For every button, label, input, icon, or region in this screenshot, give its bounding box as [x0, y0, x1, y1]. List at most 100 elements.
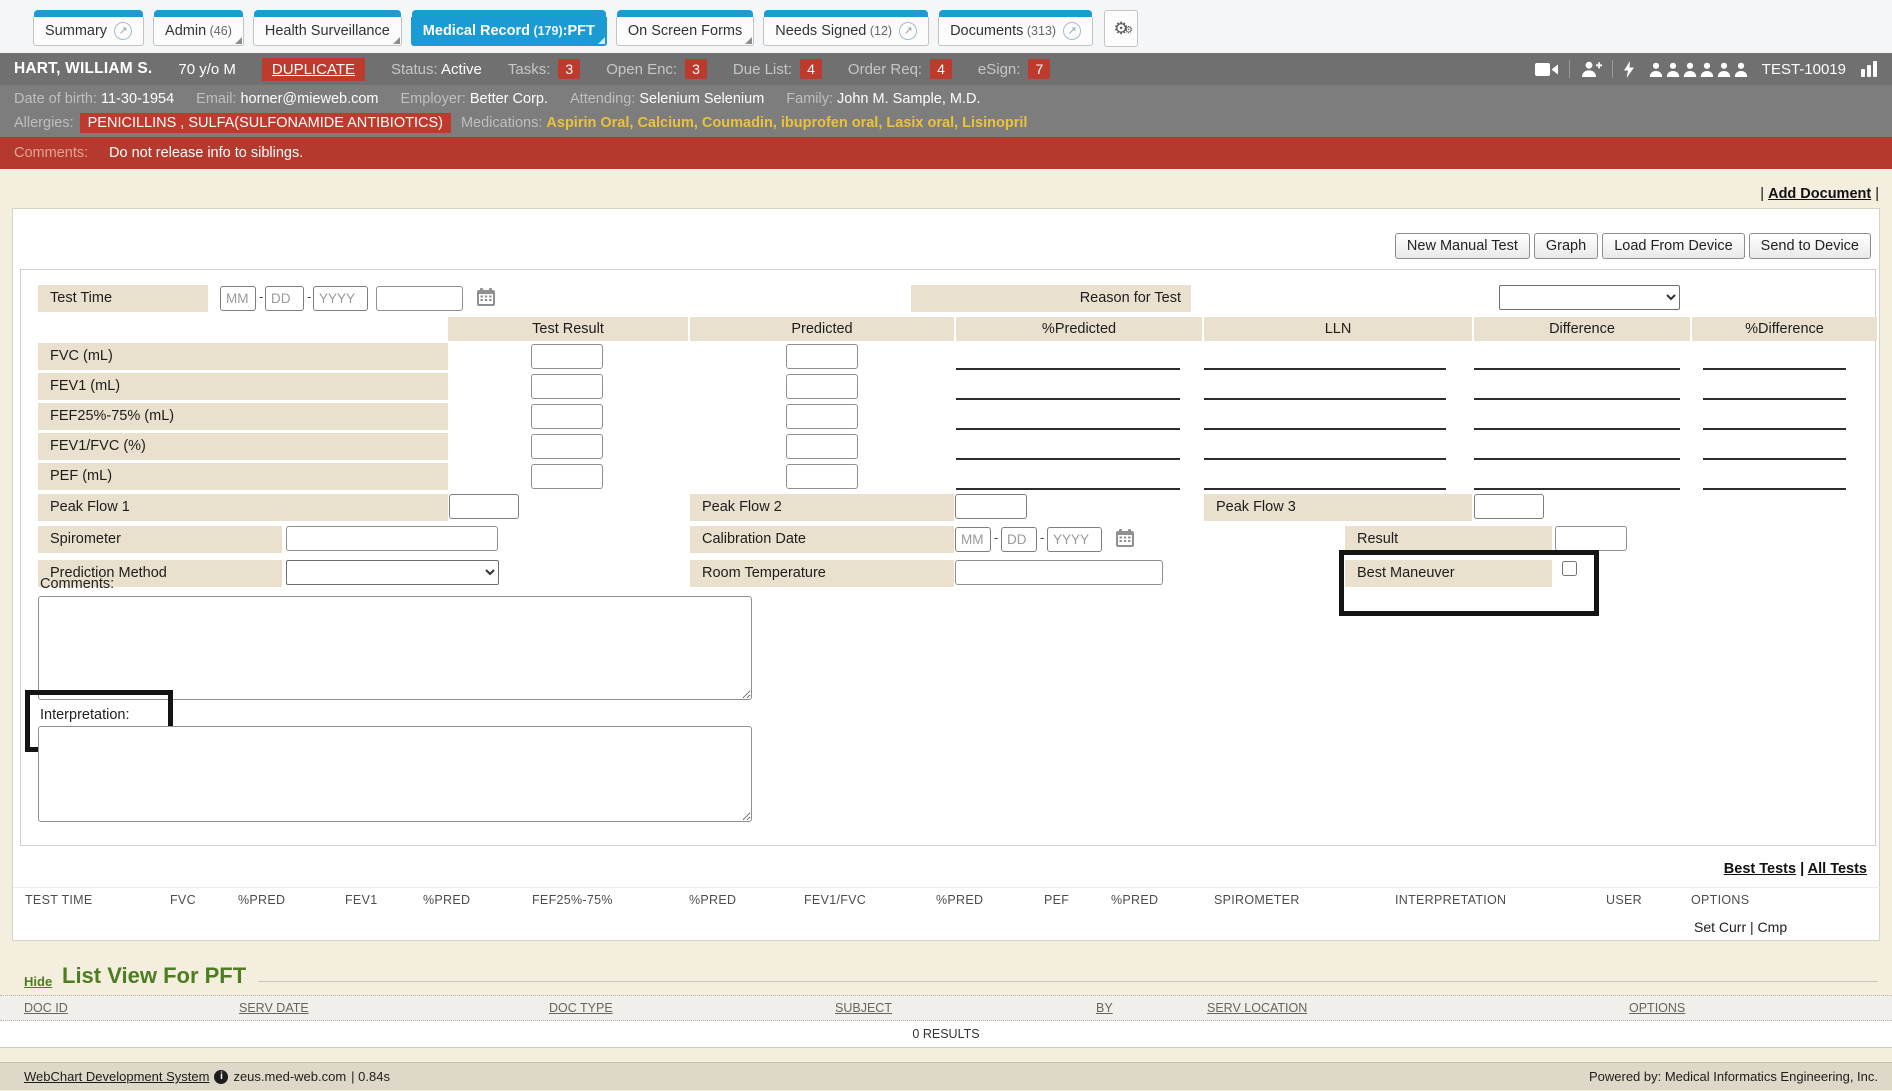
- reason-for-test-select[interactable]: [1499, 285, 1680, 310]
- list-col-serv-date[interactable]: SERV DATE: [239, 1001, 309, 1015]
- test-time-month-input[interactable]: [220, 286, 256, 311]
- hide-list-view-link[interactable]: Hide: [24, 974, 52, 989]
- calendar-icon[interactable]: [476, 287, 496, 307]
- fev1-pct-predicted-line: [956, 398, 1180, 400]
- spirometer-label: Spirometer: [38, 526, 282, 553]
- result-input[interactable]: [1555, 526, 1627, 551]
- results-col-test-time: TEST TIME: [25, 893, 93, 907]
- popout-icon[interactable]: ↗: [114, 22, 132, 40]
- new-manual-test-button[interactable]: New Manual Test: [1395, 233, 1530, 259]
- tab-health-surveillance[interactable]: Health Surveillance: [253, 10, 402, 46]
- list-col-doc-type[interactable]: DOC TYPE: [549, 1001, 613, 1015]
- fev1-lln-line: [1204, 398, 1446, 400]
- fev1-test-result-input[interactable]: [531, 374, 603, 399]
- person-icon[interactable]: [1683, 62, 1697, 77]
- peak-flow-2-input[interactable]: [955, 494, 1027, 519]
- fvc-predicted-input[interactable]: [786, 344, 858, 369]
- bar-chart-icon[interactable]: [1860, 61, 1878, 77]
- patient-info-bar: Date of birth: 11-30-1954 Email: horner@…: [0, 85, 1892, 137]
- list-col-doc-id[interactable]: DOC ID: [24, 1001, 68, 1015]
- best-maneuver-checkbox[interactable]: [1562, 561, 1577, 576]
- comments-bar-label: Comments:: [14, 145, 109, 161]
- person-icon[interactable]: [1734, 62, 1748, 77]
- patient-header-bar: HART, WILLIAM S. 70 y/o M DUPLICATE Stat…: [0, 53, 1892, 85]
- tab-strip: Summary ↗ Admin (46) Health Surveillance…: [0, 0, 1892, 53]
- due-list-count-badge[interactable]: 4: [800, 59, 822, 79]
- medications-list[interactable]: Aspirin Oral, Calcium, Coumadin, ibuprof…: [546, 115, 1027, 131]
- calibration-day-input[interactable]: [1001, 527, 1037, 552]
- room-temperature-label: Room Temperature: [690, 560, 954, 587]
- esign-count-badge[interactable]: 7: [1028, 59, 1050, 79]
- list-col-subject[interactable]: SUBJECT: [835, 1001, 892, 1015]
- room-temperature-input[interactable]: [955, 560, 1163, 585]
- fef-test-result-input[interactable]: [531, 404, 603, 429]
- load-from-device-button[interactable]: Load From Device: [1602, 233, 1744, 259]
- graph-button[interactable]: Graph: [1534, 233, 1598, 259]
- patient-users-icons: [1649, 62, 1748, 77]
- person-icon[interactable]: [1700, 62, 1714, 77]
- results-col-fef: FEF25%-75%: [532, 893, 613, 907]
- tab-on-screen-forms[interactable]: On Screen Forms: [616, 10, 754, 46]
- fev1-fvc-test-result-input[interactable]: [531, 434, 603, 459]
- cmp-link[interactable]: Cmp: [1758, 919, 1788, 935]
- pef-test-result-input[interactable]: [531, 464, 603, 489]
- row-label-fev1-fvc: FEV1/FVC (%): [38, 433, 448, 460]
- list-col-by[interactable]: BY: [1096, 1001, 1113, 1015]
- video-camera-icon[interactable]: [1535, 62, 1559, 77]
- best-tests-link[interactable]: Best Tests: [1724, 861, 1796, 877]
- row-label-fev1: FEV1 (mL): [38, 373, 448, 400]
- popout-icon[interactable]: ↗: [899, 22, 917, 40]
- tab-needs-signed[interactable]: Needs Signed (12) ↗: [763, 10, 929, 46]
- tab-documents[interactable]: Documents (313) ↗: [938, 10, 1093, 46]
- person-icon[interactable]: [1649, 62, 1663, 77]
- column-header-pct-difference: %Difference: [1692, 317, 1877, 341]
- person-icon[interactable]: [1717, 62, 1731, 77]
- interpretation-textarea[interactable]: [38, 726, 752, 822]
- fev1-fvc-predicted-input[interactable]: [786, 434, 858, 459]
- fvc-test-result-input[interactable]: [531, 344, 603, 369]
- list-view-rule: [258, 981, 1878, 982]
- settings-gear-icon[interactable]: ⚙⚙: [1104, 10, 1138, 47]
- send-to-device-button[interactable]: Send to Device: [1749, 233, 1871, 259]
- add-document-link[interactable]: Add Document: [1768, 186, 1871, 202]
- comments-textarea[interactable]: [38, 596, 752, 700]
- person-icon[interactable]: [1666, 62, 1680, 77]
- list-col-options[interactable]: OPTIONS: [1629, 1001, 1685, 1015]
- info-icon[interactable]: i: [214, 1070, 228, 1084]
- results-col-interpretation: INTERPRETATION: [1395, 893, 1506, 907]
- prediction-method-select[interactable]: [286, 560, 499, 585]
- open-enc-count-badge[interactable]: 3: [685, 59, 707, 79]
- calibration-month-input[interactable]: [955, 527, 991, 552]
- set-curr-link[interactable]: Set Curr: [1694, 919, 1746, 935]
- popout-icon[interactable]: ↗: [1063, 22, 1081, 40]
- allergies-label: Allergies:: [14, 115, 74, 131]
- all-tests-link[interactable]: All Tests: [1808, 861, 1867, 877]
- test-time-time-input[interactable]: [376, 286, 463, 311]
- allergies-badge[interactable]: PENICILLINS , SULFA(SULFONAMIDE ANTIBIOT…: [80, 113, 451, 133]
- lightning-icon[interactable]: [1623, 61, 1635, 78]
- list-view-empty-row: 0 RESULTS: [0, 1021, 1892, 1048]
- peak-flow-1-input[interactable]: [449, 494, 519, 519]
- fef-pct-difference-line: [1703, 428, 1846, 430]
- calendar-icon[interactable]: [1115, 528, 1135, 548]
- test-time-year-input[interactable]: [313, 286, 368, 311]
- order-req-count-badge[interactable]: 4: [930, 59, 952, 79]
- peak-flow-3-input[interactable]: [1474, 494, 1544, 519]
- tasks-count-badge[interactable]: 3: [558, 59, 580, 79]
- spirometer-input[interactable]: [286, 526, 498, 551]
- webchart-system-link[interactable]: WebChart Development System: [24, 1063, 209, 1091]
- pef-predicted-input[interactable]: [786, 464, 858, 489]
- duplicate-badge[interactable]: DUPLICATE: [262, 58, 365, 81]
- list-col-serv-location[interactable]: SERV LOCATION: [1207, 1001, 1307, 1015]
- fev1-predicted-input[interactable]: [786, 374, 858, 399]
- column-header-test-result: Test Result: [448, 317, 688, 341]
- fef-predicted-input[interactable]: [786, 404, 858, 429]
- add-person-icon[interactable]: [1580, 61, 1602, 78]
- medications-label: Medications:: [461, 115, 542, 131]
- test-time-day-input[interactable]: [265, 286, 304, 311]
- tab-summary[interactable]: Summary ↗: [33, 10, 144, 46]
- calibration-year-input[interactable]: [1047, 527, 1102, 552]
- tab-admin[interactable]: Admin (46): [153, 10, 244, 46]
- fev1-fvc-difference-line: [1474, 458, 1680, 460]
- tab-medical-record[interactable]: Medical Record (179):PFT: [411, 10, 607, 46]
